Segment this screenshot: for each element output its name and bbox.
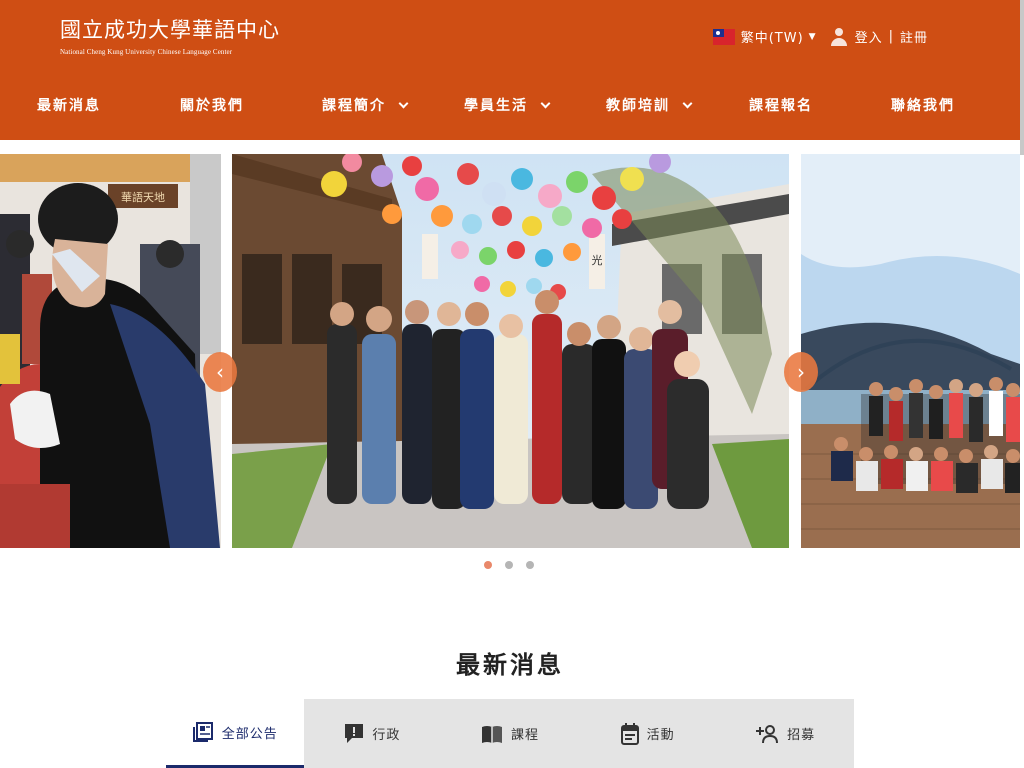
login-link[interactable]: 登入 (855, 27, 883, 46)
nav-item-teacher-training[interactable]: 教師培訓 (606, 95, 693, 115)
tab-recruitment[interactable]: 招募 (716, 699, 854, 768)
logo-chinese-name: 國立成功大學華語中心 (60, 18, 280, 42)
user-icon (830, 27, 847, 46)
tab-label: 全部公告 (221, 726, 278, 742)
nav-label: 學員生活 (464, 98, 528, 114)
main-nav: 最新消息 關於我們 課程簡介 學員生活 教師培訓 課程報名 聯絡我們 (0, 95, 1020, 121)
carousel-next-button[interactable]: › (784, 352, 818, 392)
top-utility-bar: 繁中(TW) ▼ 登入 | 註冊 (712, 27, 928, 46)
carousel-dot[interactable] (505, 561, 513, 569)
caret-down-icon[interactable]: ▼ (809, 32, 817, 42)
book-icon (481, 725, 502, 743)
calendar-icon (620, 722, 639, 745)
nav-item-courses[interactable]: 課程簡介 (322, 95, 409, 115)
newspaper-icon (192, 722, 213, 742)
carousel-pagination (484, 561, 534, 569)
carousel-slide-next[interactable] (801, 154, 1020, 548)
logo-english-name: National Cheng Kung University Chinese L… (60, 48, 233, 56)
news-category-tabs: 全部公告 行政 課程 活動 招募 (166, 699, 854, 768)
nav-label: 教師培訓 (606, 98, 670, 114)
food-workshop-photo: 華語天地 (0, 154, 221, 548)
tab-all-announcements[interactable]: 全部公告 (166, 699, 304, 768)
site-header: 國立成功大學華語中心 National Cheng Kung Universit… (0, 0, 1020, 140)
lantern-street-group-photo: 光 (232, 154, 789, 548)
tab-courses[interactable]: 課程 (441, 699, 579, 768)
carousel-slide-prev[interactable]: 華語天地 (0, 154, 221, 548)
nav-item-contact[interactable]: 聯絡我們 (891, 95, 955, 115)
nav-item-news[interactable]: 最新消息 (37, 95, 101, 115)
chevron-down-icon (682, 98, 693, 108)
tab-label: 招募 (787, 728, 816, 743)
register-link[interactable]: 註冊 (900, 27, 928, 46)
nav-label: 聯絡我們 (891, 98, 955, 114)
carousel-dot[interactable] (484, 561, 492, 569)
language-selector[interactable]: 繁中(TW) (741, 27, 804, 46)
taiwan-flag-icon (712, 28, 735, 45)
nav-label: 關於我們 (180, 98, 244, 114)
nav-label: 課程報名 (749, 98, 813, 114)
page-scrollbar[interactable] (1020, 0, 1024, 155)
announcement-icon (345, 723, 364, 743)
tab-administration[interactable]: 行政 (304, 699, 442, 768)
tab-activities[interactable]: 活動 (579, 699, 717, 768)
tab-label: 行政 (372, 728, 401, 743)
nav-item-registration[interactable]: 課程報名 (749, 95, 813, 115)
nav-item-student-life[interactable]: 學員生活 (464, 95, 551, 115)
nav-label: 最新消息 (37, 98, 101, 114)
carousel-slide-active[interactable]: 光 (232, 154, 789, 548)
bridge-group-photo (801, 154, 1020, 548)
chevron-right-icon: › (797, 360, 805, 384)
add-user-icon (756, 724, 779, 743)
carousel-dot[interactable] (526, 561, 534, 569)
tab-label: 課程 (510, 728, 539, 743)
hero-carousel: 華語天地 光 (0, 154, 1020, 548)
site-logo[interactable]: 國立成功大學華語中心 National Cheng Kung Universit… (60, 14, 280, 56)
tab-label: 活動 (646, 728, 675, 743)
sign-text: 華語天地 (121, 190, 165, 204)
nav-label: 課程簡介 (322, 98, 386, 114)
nav-item-about[interactable]: 關於我們 (180, 95, 244, 115)
sign-text: 光 (592, 253, 603, 267)
chevron-down-icon (398, 98, 409, 108)
separator: | (888, 29, 894, 44)
carousel-prev-button[interactable]: ‹ (203, 352, 237, 392)
chevron-down-icon (540, 98, 551, 108)
chevron-left-icon: ‹ (216, 360, 224, 384)
section-title: 最新消息 (456, 651, 564, 679)
